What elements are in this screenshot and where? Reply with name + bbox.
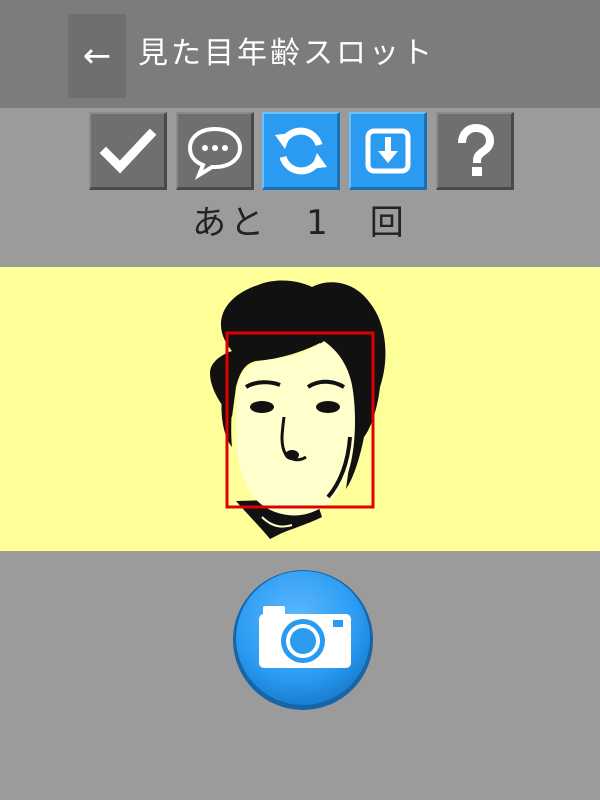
comment-button[interactable] (176, 112, 254, 190)
speech-bubble-icon (187, 126, 242, 180)
refresh-icon (274, 127, 327, 174)
download-icon (365, 128, 410, 173)
face-illustration (210, 280, 386, 539)
remaining-count: あと 1 回 (192, 203, 408, 243)
header-bar: ← 見た目年齢スロット (0, 0, 600, 108)
back-button[interactable]: ← (68, 14, 126, 98)
confirm-button[interactable] (89, 112, 167, 190)
photo-area (0, 267, 600, 551)
toolbar (0, 112, 600, 192)
check-icon (99, 128, 156, 173)
page-title: 見た目年齢スロット (138, 36, 435, 71)
help-button[interactable] (436, 112, 514, 190)
question-icon (457, 123, 494, 176)
camera-icon (233, 570, 373, 710)
refresh-button[interactable] (262, 112, 340, 190)
camera-button[interactable] (231, 568, 375, 712)
save-button[interactable] (349, 112, 427, 190)
